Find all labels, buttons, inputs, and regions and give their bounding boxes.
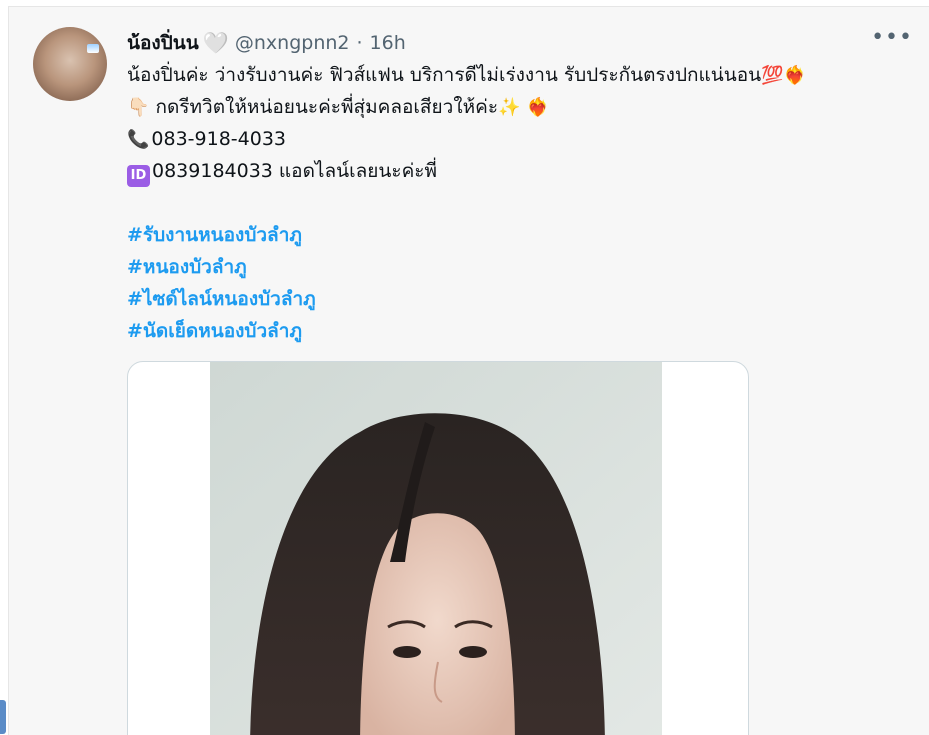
- sparkles-icon: ✨: [498, 97, 521, 118]
- heart-on-fire-icon: ❤️‍🔥: [783, 65, 806, 86]
- tweet-text: น้องปิ่นค่ะ ว่างรับงานค่ะ ฟิวส์แฟน บริกา…: [127, 59, 917, 347]
- timestamp[interactable]: 16h: [370, 32, 406, 54]
- photo-portrait: [210, 362, 662, 735]
- display-name[interactable]: น้องปิ่นน: [127, 28, 199, 58]
- tweet-media[interactable]: [127, 361, 749, 735]
- user-handle[interactable]: @nxngpnn2: [235, 32, 350, 54]
- separator-dot: ·: [356, 32, 363, 54]
- text-line-1-body: น้องปิ่นค่ะ ว่างรับงานค่ะ ฟิวส์แฟน บริกา…: [127, 64, 762, 86]
- phone-line: 📞 083-918-4033: [127, 123, 917, 155]
- tweet-header: น้องปิ่นน 🤍 @nxngpnn2 · 16h: [127, 29, 406, 57]
- id-icon: ID: [127, 165, 150, 187]
- text-line-2-body: กดรีทวิตให้หน่อยนะค่ะพี่สุ่มคลอเสียวให้ค…: [155, 96, 499, 118]
- hashtag-link[interactable]: #ไซด์ไลน์หนองบัวลำภู: [127, 283, 917, 315]
- tweet-card[interactable]: น้องปิ่นน 🤍 @nxngpnn2 · 16h ••• น้องปิ่น…: [8, 6, 929, 735]
- hashtag-link[interactable]: #นัดเย็ดหนองบัวลำภู: [127, 315, 917, 347]
- telephone-icon: 📞: [127, 129, 150, 150]
- hashtag-link[interactable]: #หนองบัวลำภู: [127, 251, 917, 283]
- text-line-1: น้องปิ่นค่ะ ว่างรับงานค่ะ ฟิวส์แฟน บริกา…: [127, 59, 917, 91]
- hundred-points-icon: 💯: [761, 65, 784, 86]
- tweet-photo[interactable]: [210, 362, 662, 735]
- pointing-down-icon: 👇🏻: [127, 97, 150, 118]
- avatar-detail: [87, 44, 99, 53]
- avatar[interactable]: [33, 27, 107, 101]
- line-id-text: 0839184033 แอดไลน์เลยนะค่ะพี่: [152, 160, 438, 182]
- more-options-icon[interactable]: •••: [871, 25, 913, 50]
- hashtag-link[interactable]: #รับงานหนองบัวลำภู: [127, 219, 917, 251]
- line-id-line: ID 0839184033 แอดไลน์เลยนะค่ะพี่: [127, 155, 917, 187]
- heart-on-fire-icon: ❤️‍🔥: [526, 97, 549, 118]
- white-heart-icon: 🤍: [202, 30, 229, 55]
- side-tab[interactable]: [0, 700, 6, 734]
- text-line-2: 👇🏻 กดรีทวิตให้หน่อยนะค่ะพี่สุ่มคลอเสียวใ…: [127, 91, 917, 123]
- phone-number: 083-918-4033: [151, 128, 287, 150]
